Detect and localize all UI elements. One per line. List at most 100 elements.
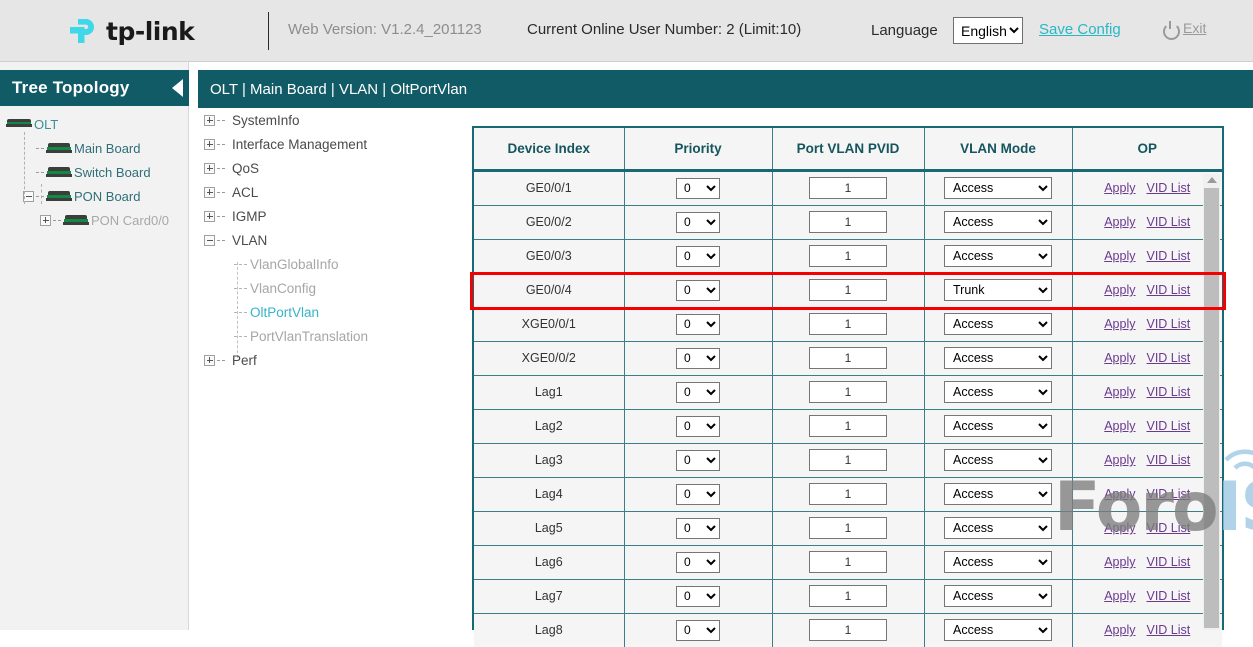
priority-select[interactable]: 01234567 [676,586,720,607]
apply-link[interactable]: Apply [1104,351,1135,365]
menu-item-igmp[interactable]: IGMP [190,204,468,228]
priority-select[interactable]: 01234567 [676,484,720,505]
vlan-mode-select[interactable]: AccessTrunkHybrid [944,347,1052,369]
vlan-mode-select[interactable]: AccessTrunkHybrid [944,279,1052,301]
menu-item-qos[interactable]: QoS [190,156,468,180]
scrollbar-thumb[interactable] [1204,188,1219,628]
menu-item-acl[interactable]: ACL [190,180,468,204]
menu-item-vlanconfig[interactable]: VlanConfig [190,276,468,300]
vid-list-link[interactable]: VID List [1147,487,1191,501]
apply-link[interactable]: Apply [1104,385,1135,399]
vid-list-link[interactable]: VID List [1147,623,1191,637]
menu-item-oltportvlan[interactable]: OltPortVlan [190,300,468,324]
vid-list-link[interactable]: VID List [1147,283,1191,297]
priority-select[interactable]: 01234567 [676,314,720,335]
vlan-mode-select[interactable]: AccessTrunkHybrid [944,177,1052,199]
save-config-link[interactable]: Save Config [1039,21,1121,38]
priority-select[interactable]: 01234567 [676,552,720,573]
pvid-input[interactable] [809,415,887,437]
pvid-input[interactable] [809,211,887,233]
pvid-input[interactable] [809,449,887,471]
pvid-input[interactable] [809,347,887,369]
apply-link[interactable]: Apply [1104,589,1135,603]
vid-list-link[interactable]: VID List [1147,249,1191,263]
apply-link[interactable]: Apply [1104,419,1135,433]
priority-select[interactable]: 01234567 [676,450,720,471]
apply-link[interactable]: Apply [1104,317,1135,331]
menu-item-portvlantranslation[interactable]: PortVlanTranslation [190,324,468,348]
pvid-input[interactable] [809,551,887,573]
apply-link[interactable]: Apply [1104,249,1135,263]
apply-link[interactable]: Apply [1104,487,1135,501]
tree-node-main-board[interactable]: Main Board [0,136,189,160]
priority-select[interactable]: 01234567 [676,620,720,641]
vid-list-link[interactable]: VID List [1147,419,1191,433]
pvid-input[interactable] [809,585,887,607]
expand-icon[interactable] [40,215,51,226]
tree-node-switch-board[interactable]: Switch Board [0,160,189,184]
vid-list-link[interactable]: VID List [1147,181,1191,195]
apply-link[interactable]: Apply [1104,623,1135,637]
tree-node-pon-board[interactable]: PON Board [0,184,189,208]
vlan-mode-select[interactable]: AccessTrunkHybrid [944,415,1052,437]
exit-button[interactable]: Exit [1163,20,1206,36]
tree-node-pon-card0-0[interactable]: PON Card0/0 [0,208,189,232]
vlan-mode-select[interactable]: AccessTrunkHybrid [944,551,1052,573]
vid-list-link[interactable]: VID List [1147,589,1191,603]
pvid-input[interactable] [809,483,887,505]
language-select[interactable]: English [953,17,1023,44]
tree-collapse-button[interactable] [166,70,189,106]
vid-list-link[interactable]: VID List [1147,453,1191,467]
apply-link[interactable]: Apply [1104,453,1135,467]
priority-select[interactable]: 01234567 [676,246,720,267]
priority-select[interactable]: 01234567 [676,178,720,199]
apply-link[interactable]: Apply [1104,521,1135,535]
priority-select[interactable]: 01234567 [676,280,720,301]
collapse-icon[interactable] [204,235,215,246]
priority-select[interactable]: 01234567 [676,416,720,437]
vid-list-link[interactable]: VID List [1147,351,1191,365]
vid-list-link[interactable]: VID List [1147,215,1191,229]
vlan-mode-select[interactable]: AccessTrunkHybrid [944,449,1052,471]
pvid-input[interactable] [809,517,887,539]
vlan-mode-select[interactable]: AccessTrunkHybrid [944,619,1052,641]
table-scrollbar[interactable] [1203,174,1220,630]
pvid-input[interactable] [809,245,887,267]
expand-icon[interactable] [204,139,215,150]
tree-node-olt[interactable]: OLT [0,112,189,136]
vid-list-link[interactable]: VID List [1147,555,1191,569]
expand-icon[interactable] [204,355,215,366]
menu-item-perf[interactable]: Perf [190,348,468,372]
expand-icon[interactable] [204,163,215,174]
priority-select[interactable]: 01234567 [676,212,720,233]
vlan-mode-select[interactable]: AccessTrunkHybrid [944,381,1052,403]
menu-item-interface-management[interactable]: Interface Management [190,132,468,156]
priority-select[interactable]: 01234567 [676,518,720,539]
expand-icon[interactable] [204,115,215,126]
apply-link[interactable]: Apply [1104,283,1135,297]
vlan-mode-select[interactable]: AccessTrunkHybrid [944,483,1052,505]
menu-item-vlanglobalinfo[interactable]: VlanGlobalInfo [190,252,468,276]
expand-icon[interactable] [204,211,215,222]
scroll-up-button[interactable] [1203,174,1220,186]
apply-link[interactable]: Apply [1104,181,1135,195]
menu-item-vlan[interactable]: VLAN [190,228,468,252]
pvid-input[interactable] [809,177,887,199]
apply-link[interactable]: Apply [1104,215,1135,229]
vlan-mode-select[interactable]: AccessTrunkHybrid [944,517,1052,539]
menu-item-systeminfo[interactable]: SystemInfo [190,108,468,132]
pvid-input[interactable] [809,381,887,403]
vid-list-link[interactable]: VID List [1147,385,1191,399]
vlan-mode-select[interactable]: AccessTrunkHybrid [944,313,1052,335]
vlan-mode-select[interactable]: AccessTrunkHybrid [944,245,1052,267]
vid-list-link[interactable]: VID List [1147,521,1191,535]
pvid-input[interactable] [809,313,887,335]
vid-list-link[interactable]: VID List [1147,317,1191,331]
priority-select[interactable]: 01234567 [676,348,720,369]
pvid-input[interactable] [809,619,887,641]
expand-icon[interactable] [204,187,215,198]
apply-link[interactable]: Apply [1104,555,1135,569]
pvid-input[interactable] [809,279,887,301]
vlan-mode-select[interactable]: AccessTrunkHybrid [944,585,1052,607]
vlan-mode-select[interactable]: AccessTrunkHybrid [944,211,1052,233]
